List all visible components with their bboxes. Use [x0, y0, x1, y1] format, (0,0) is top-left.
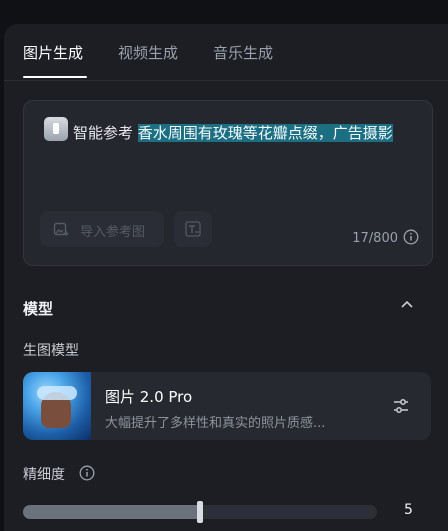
character-counter: 17/800: [352, 231, 398, 246]
model-name: 图片 2.0 Pro: [105, 388, 193, 406]
model-description: 大幅提升了多样性和真实的照片质感...: [105, 416, 326, 431]
info-icon[interactable]: [79, 465, 95, 481]
active-tab-indicator: [23, 76, 87, 78]
prompt-input[interactable]: 智能参考 香水周围有玫瑰等花瓣点缀，广告摄影: [40, 119, 424, 147]
tab-video-generation[interactable]: 视频生成: [118, 42, 178, 63]
model-section-title: 模型: [23, 300, 54, 318]
model-card[interactable]: 图片 2.0 Pro 大幅提升了多样性和真实的照片质感...: [23, 372, 431, 440]
fineness-slider-fill: [23, 505, 200, 519]
fineness-value: 5: [404, 502, 413, 518]
text-style-button[interactable]: [174, 211, 212, 247]
info-icon[interactable]: [403, 229, 419, 245]
image-model-label: 生图模型: [23, 343, 79, 359]
prompt-box[interactable]: 智能参考 香水周围有玫瑰等花瓣点缀，广告摄影 导入参考图 17/800: [23, 100, 433, 266]
import-reference-button[interactable]: 导入参考图: [40, 211, 164, 247]
generation-panel: 图片生成 视频生成 音乐生成 智能参考 香水周围有玫瑰等花瓣点缀，广告摄影 导入…: [4, 24, 448, 531]
fineness-label: 精细度: [23, 467, 65, 483]
tab-music-generation[interactable]: 音乐生成: [213, 42, 273, 63]
smart-reference-label[interactable]: 智能参考: [73, 124, 133, 142]
prompt-text[interactable]: 香水周围有玫瑰等花瓣点缀，广告摄影: [137, 124, 393, 142]
tab-bar: 图片生成 视频生成 音乐生成: [4, 24, 448, 81]
tab-image-generation[interactable]: 图片生成: [23, 42, 83, 63]
import-reference-label: 导入参考图: [80, 225, 146, 240]
text-icon: [185, 221, 201, 237]
fineness-slider-handle[interactable]: [197, 501, 203, 523]
model-thumbnail: [23, 372, 91, 440]
settings-sliders-icon[interactable]: [391, 396, 411, 416]
chevron-up-icon[interactable]: [400, 300, 414, 310]
image-add-icon: [53, 221, 69, 237]
